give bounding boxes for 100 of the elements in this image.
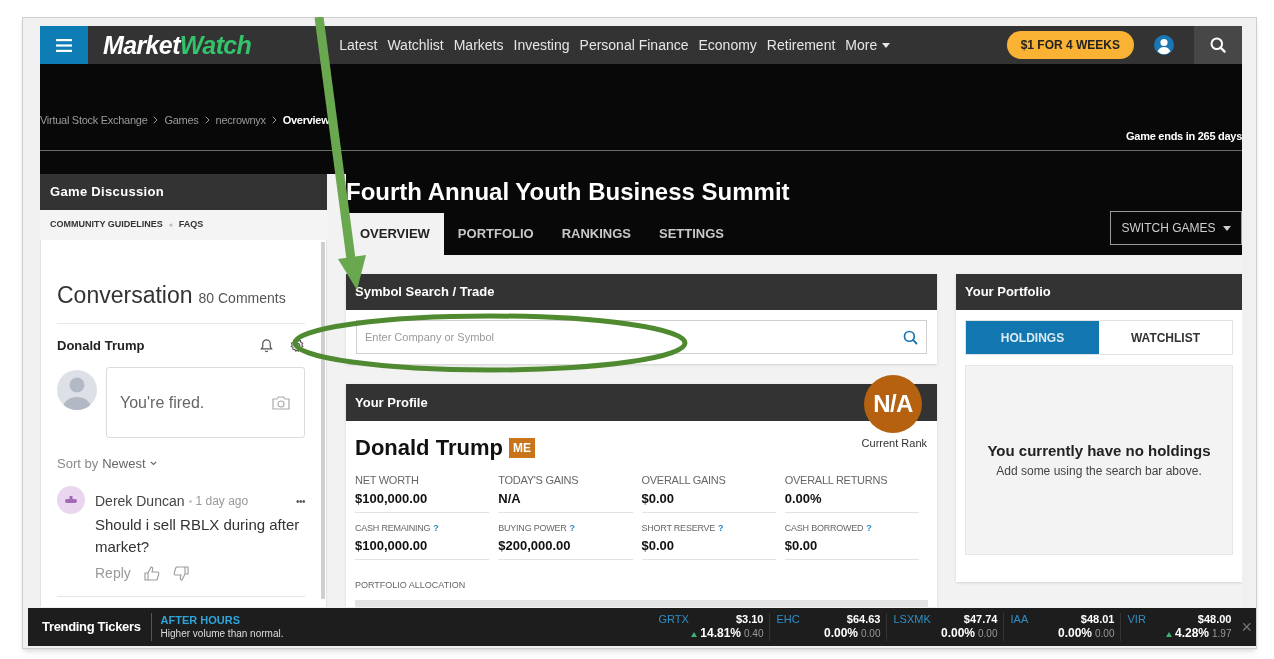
ticker-change: 1.97 <box>1212 628 1232 641</box>
discussion-link[interactable]: COMMUNITY GUIDELINES <box>50 218 163 232</box>
game-tab[interactable]: PORTFOLIO <box>443 213 548 255</box>
rank-badge: N/A <box>864 375 922 433</box>
close-button[interactable]: × <box>1241 613 1252 641</box>
ticker-percent: 14.81% <box>700 626 741 642</box>
stat-label: NET WORTH <box>355 473 419 488</box>
chevron-right-icon <box>204 115 210 124</box>
stat-value: 0.00% <box>784 489 823 508</box>
up-triangle-icon <box>1166 632 1172 638</box>
stat-label: OVERALL GAINS <box>641 473 726 488</box>
game-tab[interactable]: SETTINGS <box>645 213 739 255</box>
ticker-symbol[interactable]: IAA <box>1010 612 1029 627</box>
thumbs-up-icon[interactable] <box>143 565 160 581</box>
panel-header: Symbol Search / Trade <box>346 274 937 310</box>
menu-button[interactable] <box>40 26 88 64</box>
breadcrumb-link[interactable]: necrownyx <box>215 111 266 128</box>
bell-icon[interactable] <box>259 337 274 353</box>
holdings-tab[interactable]: HOLDINGS <box>966 321 1099 354</box>
ticker-percent: 0.00% <box>941 626 975 642</box>
ticker-symbol[interactable]: LSXMK <box>893 612 931 627</box>
stat-value: $100,000.00 <box>355 489 429 508</box>
settings-icon[interactable] <box>290 337 305 353</box>
stat-value: $200,000.00 <box>498 536 572 555</box>
symbol-search-field[interactable]: Enter Company or Symbol <box>356 320 927 354</box>
nav-menu-link[interactable]: More <box>845 34 891 56</box>
switch-games-button[interactable]: SWITCH GAMES <box>1110 211 1242 245</box>
ticker-symbol[interactable]: GRTX <box>658 612 689 627</box>
ticker-percent: 0.00% <box>1058 626 1092 642</box>
nav-link[interactable]: Watchlist <box>387 34 444 56</box>
empty-state-text: Add some using the search bar above. <box>996 463 1202 481</box>
help-link[interactable]: ? <box>866 522 872 536</box>
stat-value: $0.00 <box>641 489 676 508</box>
user-avatar-icon[interactable] <box>1154 35 1174 55</box>
ticker-change: 0.00 <box>861 628 881 641</box>
chevron-right-icon <box>271 115 277 124</box>
stat-label: TODAY'S GAINS <box>498 473 579 488</box>
avatar-placeholder <box>57 370 97 410</box>
panel-header: Game Discussion <box>40 174 327 210</box>
game-tab[interactable]: RANKINGS <box>547 213 646 255</box>
stat-label: OVERALL RETURNS <box>784 473 888 488</box>
empty-state-title: You currently have no holdings <box>987 440 1211 461</box>
help-link[interactable]: ? <box>718 522 724 536</box>
player-name: Donald Trump <box>355 434 503 462</box>
session-note: Higher volume than normal. <box>160 627 284 641</box>
nav-link[interactable]: Markets <box>453 34 504 56</box>
search-button[interactable] <box>1194 26 1242 64</box>
game-title: Fourth Annual Youth Business Summit <box>346 177 790 207</box>
conversation-heading: Conversation <box>57 281 193 310</box>
nav-link[interactable]: Economy <box>698 34 757 56</box>
nav-link[interactable]: Retirement <box>766 34 836 56</box>
ticker-change: 0.00 <box>978 628 998 641</box>
sort-label: Sort by <box>57 455 99 473</box>
stat-label: BUYING POWER <box>498 522 567 535</box>
me-badge: ME <box>508 437 535 458</box>
breadcrumb-link[interactable]: Overview <box>282 111 330 128</box>
caret-icon <box>882 42 891 48</box>
ticker-change: 0.00 <box>1095 628 1115 641</box>
comment-time: 1 day ago <box>195 493 249 510</box>
caret-icon <box>1222 225 1231 231</box>
ticker-symbol[interactable]: VIR <box>1127 612 1146 627</box>
help-link[interactable]: ? <box>569 522 576 536</box>
comment-count: 80 Comments <box>198 289 286 308</box>
help-link[interactable]: ? <box>433 522 439 536</box>
ticker-percent: 4.28% <box>1175 626 1209 642</box>
thumbs-down-icon[interactable] <box>172 565 189 581</box>
ticker-price: $64.63 <box>846 612 881 627</box>
stat-value: $0.00 <box>784 536 819 555</box>
comment-input-field[interactable]: You're fired. <box>106 367 305 438</box>
ticker-percent: 0.00% <box>824 626 858 642</box>
ticker-change: 0.40 <box>744 628 764 641</box>
nav-link[interactable]: Latest <box>339 34 378 56</box>
comment-text: Should i sell RBLX during after market? <box>95 514 301 557</box>
panel-header: Your Portfolio <box>956 274 1242 310</box>
nav-link[interactable]: Personal Finance <box>579 34 689 56</box>
up-triangle-icon <box>691 632 698 638</box>
search-icon[interactable] <box>903 330 918 345</box>
comment-author[interactable]: Derek Duncan <box>95 490 185 512</box>
stat-value: $100,000.00 <box>355 536 429 555</box>
ticker-price: $3.10 <box>735 612 764 627</box>
session-label: AFTER HOURS <box>160 613 242 628</box>
game-end-countdown: Game ends in 265 days <box>1126 128 1242 144</box>
stat-label: CASH REMAINING <box>355 522 431 535</box>
search-icon <box>1210 37 1226 53</box>
nav-link[interactable]: Investing <box>513 34 570 56</box>
ticker-price: $48.01 <box>1080 612 1115 627</box>
allocation-label: PORTFOLIO ALLOCATION <box>355 579 467 592</box>
subscribe-button[interactable]: $1 FOR 4 WEEKS <box>1006 31 1134 59</box>
breadcrumb-link[interactable]: Games <box>164 111 199 128</box>
separator-dot-icon <box>188 499 192 503</box>
discussion-link[interactable]: FAQS <box>178 218 204 232</box>
logo[interactable]: MarketWatch <box>103 32 252 58</box>
breadcrumb-link[interactable]: Virtual Stock Exchange <box>40 111 148 128</box>
sort-dropdown[interactable]: Newest <box>102 454 157 474</box>
ticker-symbol[interactable]: EHC <box>776 612 800 627</box>
ticker-price: $48.00 <box>1197 612 1232 627</box>
ticker-price: $47.74 <box>963 612 998 627</box>
menu-icon <box>56 38 72 52</box>
chevron-right-icon <box>153 115 159 124</box>
more-options-button[interactable]: ••• <box>296 493 305 509</box>
